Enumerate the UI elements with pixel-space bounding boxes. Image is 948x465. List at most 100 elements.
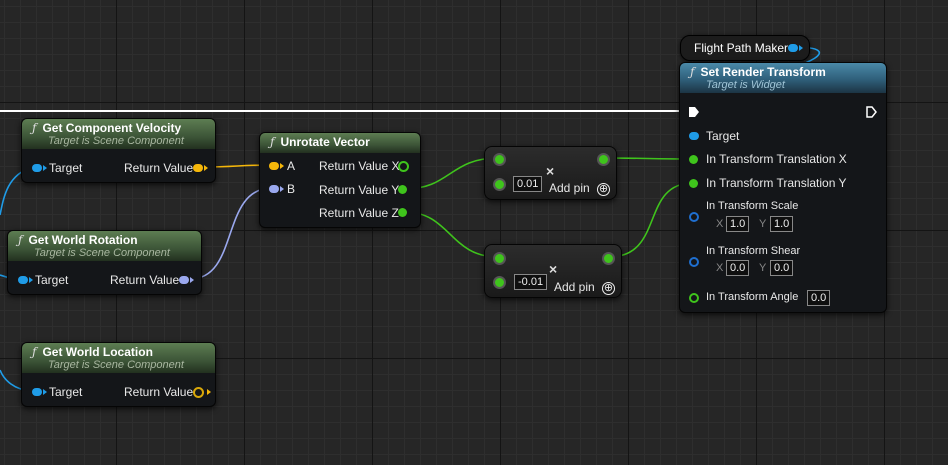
exec-output-pin[interactable] <box>866 106 877 118</box>
return-y-label: Return Value Y <box>319 183 400 197</box>
function-icon: ƒ <box>690 65 695 79</box>
variable-output-pin[interactable] <box>788 44 798 52</box>
output-pin[interactable] <box>602 252 615 265</box>
node-subtitle: Target is Widget <box>706 79 785 91</box>
node-header: ƒ Get World Rotation Target is Scene Comp… <box>8 231 201 261</box>
angle-pin[interactable] <box>689 293 699 303</box>
return-value-label: Return Value <box>110 273 180 287</box>
angle-field[interactable]: 0.0 <box>807 290 831 306</box>
return-value-pin[interactable] <box>193 164 203 172</box>
shear-x-field[interactable]: 0.0 <box>726 260 750 276</box>
return-value-pin[interactable] <box>179 276 189 284</box>
pin-arrow-icon <box>43 389 47 395</box>
target-label: Target <box>49 385 83 399</box>
node-get-component-velocity[interactable]: ƒ Get Component Velocity Target is Scene … <box>21 118 216 183</box>
node-header: ƒ Get Component Velocity Target is Scene … <box>22 119 215 149</box>
title-text: Get World Location <box>42 345 153 359</box>
function-icon: ƒ <box>270 135 275 149</box>
multiplier-field[interactable]: 0.01 <box>513 176 543 192</box>
node-title: ƒ Get Component Velocity <box>32 121 207 135</box>
shear-y-axis-label: Y <box>759 262 767 274</box>
output-pin[interactable] <box>597 153 610 166</box>
title-text: Unrotate Vector <box>280 135 370 149</box>
node-multiply-2[interactable]: -0.01 × Add pin ⊕ <box>484 244 622 298</box>
add-pin-icon[interactable]: ⊕ <box>602 282 615 295</box>
title-text: Get World Rotation <box>28 233 138 247</box>
node-subtitle: Target is Scene Component <box>48 359 184 371</box>
return-y-pin[interactable] <box>398 185 407 194</box>
node-multiply-1[interactable]: 0.01 × Add pin ⊕ <box>484 146 617 200</box>
pin-arrow-icon <box>799 45 803 51</box>
scale-x-field[interactable]: 1.0 <box>726 216 750 232</box>
variable-name: Flight Path Maker <box>694 41 789 55</box>
node-header: ƒ Unrotate Vector <box>260 133 420 153</box>
title-text: Get Component Velocity <box>42 121 182 135</box>
scale-y-field[interactable]: 1.0 <box>770 216 794 232</box>
title-text: Set Render Transform <box>700 65 826 79</box>
shear-label: In Transform Shear <box>706 245 801 257</box>
angle-label: In Transform Angle <box>706 291 799 303</box>
target-label: Target <box>35 273 69 287</box>
pin-arrow-icon <box>207 389 211 395</box>
translation-x-label: In Transform Translation X <box>706 152 847 166</box>
input-pin-1[interactable] <box>493 252 506 265</box>
node-set-render-transform[interactable]: ƒ Set Render Transform Target is Widget T… <box>679 62 887 313</box>
function-icon: ƒ <box>32 345 37 359</box>
shear-y-field[interactable]: 0.0 <box>770 260 794 276</box>
node-flight-path-maker[interactable]: Flight Path Maker <box>680 35 810 61</box>
scale-label: In Transform Scale <box>706 200 799 212</box>
target-label: Target <box>706 129 740 143</box>
node-get-world-location[interactable]: ƒ Get World Location Target is Scene Comp… <box>21 342 216 407</box>
scale-pin[interactable] <box>689 212 699 222</box>
pin-arrow-icon <box>280 186 284 192</box>
pin-arrow-icon <box>280 163 284 169</box>
pin-arrow-icon <box>204 165 208 171</box>
return-value-pin[interactable] <box>193 387 204 398</box>
return-x-pin[interactable] <box>398 161 409 172</box>
node-title: ƒ Get World Rotation <box>18 233 193 247</box>
multiply-icon: × <box>549 261 558 277</box>
target-pin[interactable] <box>18 276 28 284</box>
input-a-label: A <box>287 159 296 173</box>
target-pin[interactable] <box>32 388 42 396</box>
input-pin-2[interactable] <box>493 178 506 191</box>
node-title: ƒ Get World Location <box>32 345 207 359</box>
multiplier-field[interactable]: -0.01 <box>514 274 548 290</box>
exec-input-pin[interactable] <box>689 107 699 117</box>
pin-arrow-icon <box>190 277 194 283</box>
input-b-label: B <box>287 182 296 196</box>
target-pin[interactable] <box>689 132 699 140</box>
shear-x-axis-label: X <box>716 262 724 274</box>
input-pin-2[interactable] <box>493 276 506 289</box>
input-pin-1[interactable] <box>493 153 506 166</box>
return-z-pin[interactable] <box>398 208 407 217</box>
node-unrotate-vector[interactable]: ƒ Unrotate Vector A B Return Value X Retu… <box>259 132 421 228</box>
translation-x-pin[interactable] <box>689 155 698 164</box>
shear-pin[interactable] <box>689 257 699 267</box>
pin-arrow-icon <box>29 277 33 283</box>
scale-y-axis-label: Y <box>759 218 767 230</box>
input-a-pin[interactable] <box>269 162 279 170</box>
return-x-label: Return Value X <box>319 159 400 173</box>
function-icon: ƒ <box>32 121 37 135</box>
return-z-label: Return Value Z <box>319 206 399 220</box>
target-pin[interactable] <box>32 164 42 172</box>
node-subtitle: Target is Scene Component <box>48 135 184 147</box>
node-title: ƒ Set Render Transform <box>690 65 878 79</box>
translation-y-pin[interactable] <box>689 179 698 188</box>
add-pin-label[interactable]: Add pin <box>549 181 590 195</box>
return-value-label: Return Value <box>124 385 194 399</box>
translation-y-label: In Transform Translation Y <box>706 176 847 190</box>
node-subtitle: Target is Scene Component <box>34 247 170 259</box>
pin-arrow-icon <box>43 165 47 171</box>
multiply-icon: × <box>546 163 555 179</box>
node-header: ƒ Set Render Transform Target is Widget <box>680 63 886 93</box>
return-value-label: Return Value <box>124 161 194 175</box>
scale-x-axis-label: X <box>716 218 724 230</box>
add-pin-label[interactable]: Add pin <box>554 280 595 294</box>
node-get-world-rotation[interactable]: ƒ Get World Rotation Target is Scene Comp… <box>7 230 202 295</box>
input-b-pin[interactable] <box>269 185 279 193</box>
add-pin-icon[interactable]: ⊕ <box>597 183 610 196</box>
node-title: ƒ Unrotate Vector <box>270 135 412 149</box>
target-label: Target <box>49 161 83 175</box>
